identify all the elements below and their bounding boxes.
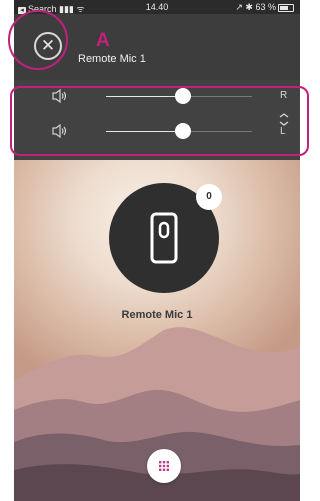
mic-scene: 0 Remote Mic 1 [14, 160, 300, 501]
battery-icon [278, 3, 294, 12]
app-screen: ◂ Search ▮▮▮ ᯤ 14.40 ↗ ✱ 63 % ✕ Remote Mi… [14, 0, 300, 501]
mic-count-badge: 0 [196, 184, 222, 210]
status-battery: ↗ ✱ 63 % [235, 2, 294, 13]
mic-device-icon [150, 212, 178, 264]
page-title: Remote Mic 1 [78, 53, 146, 65]
annotation-circle [8, 10, 68, 70]
annotation-highlight-box [10, 86, 309, 156]
annotation-marker: A [96, 30, 110, 51]
mic-name-label: Remote Mic 1 [121, 309, 193, 321]
menu-grid-button[interactable] [147, 449, 181, 483]
grid-menu-icon [159, 461, 169, 471]
status-bar: ◂ Search ▮▮▮ ᯤ 14.40 ↗ ✱ 63 % [14, 0, 300, 15]
